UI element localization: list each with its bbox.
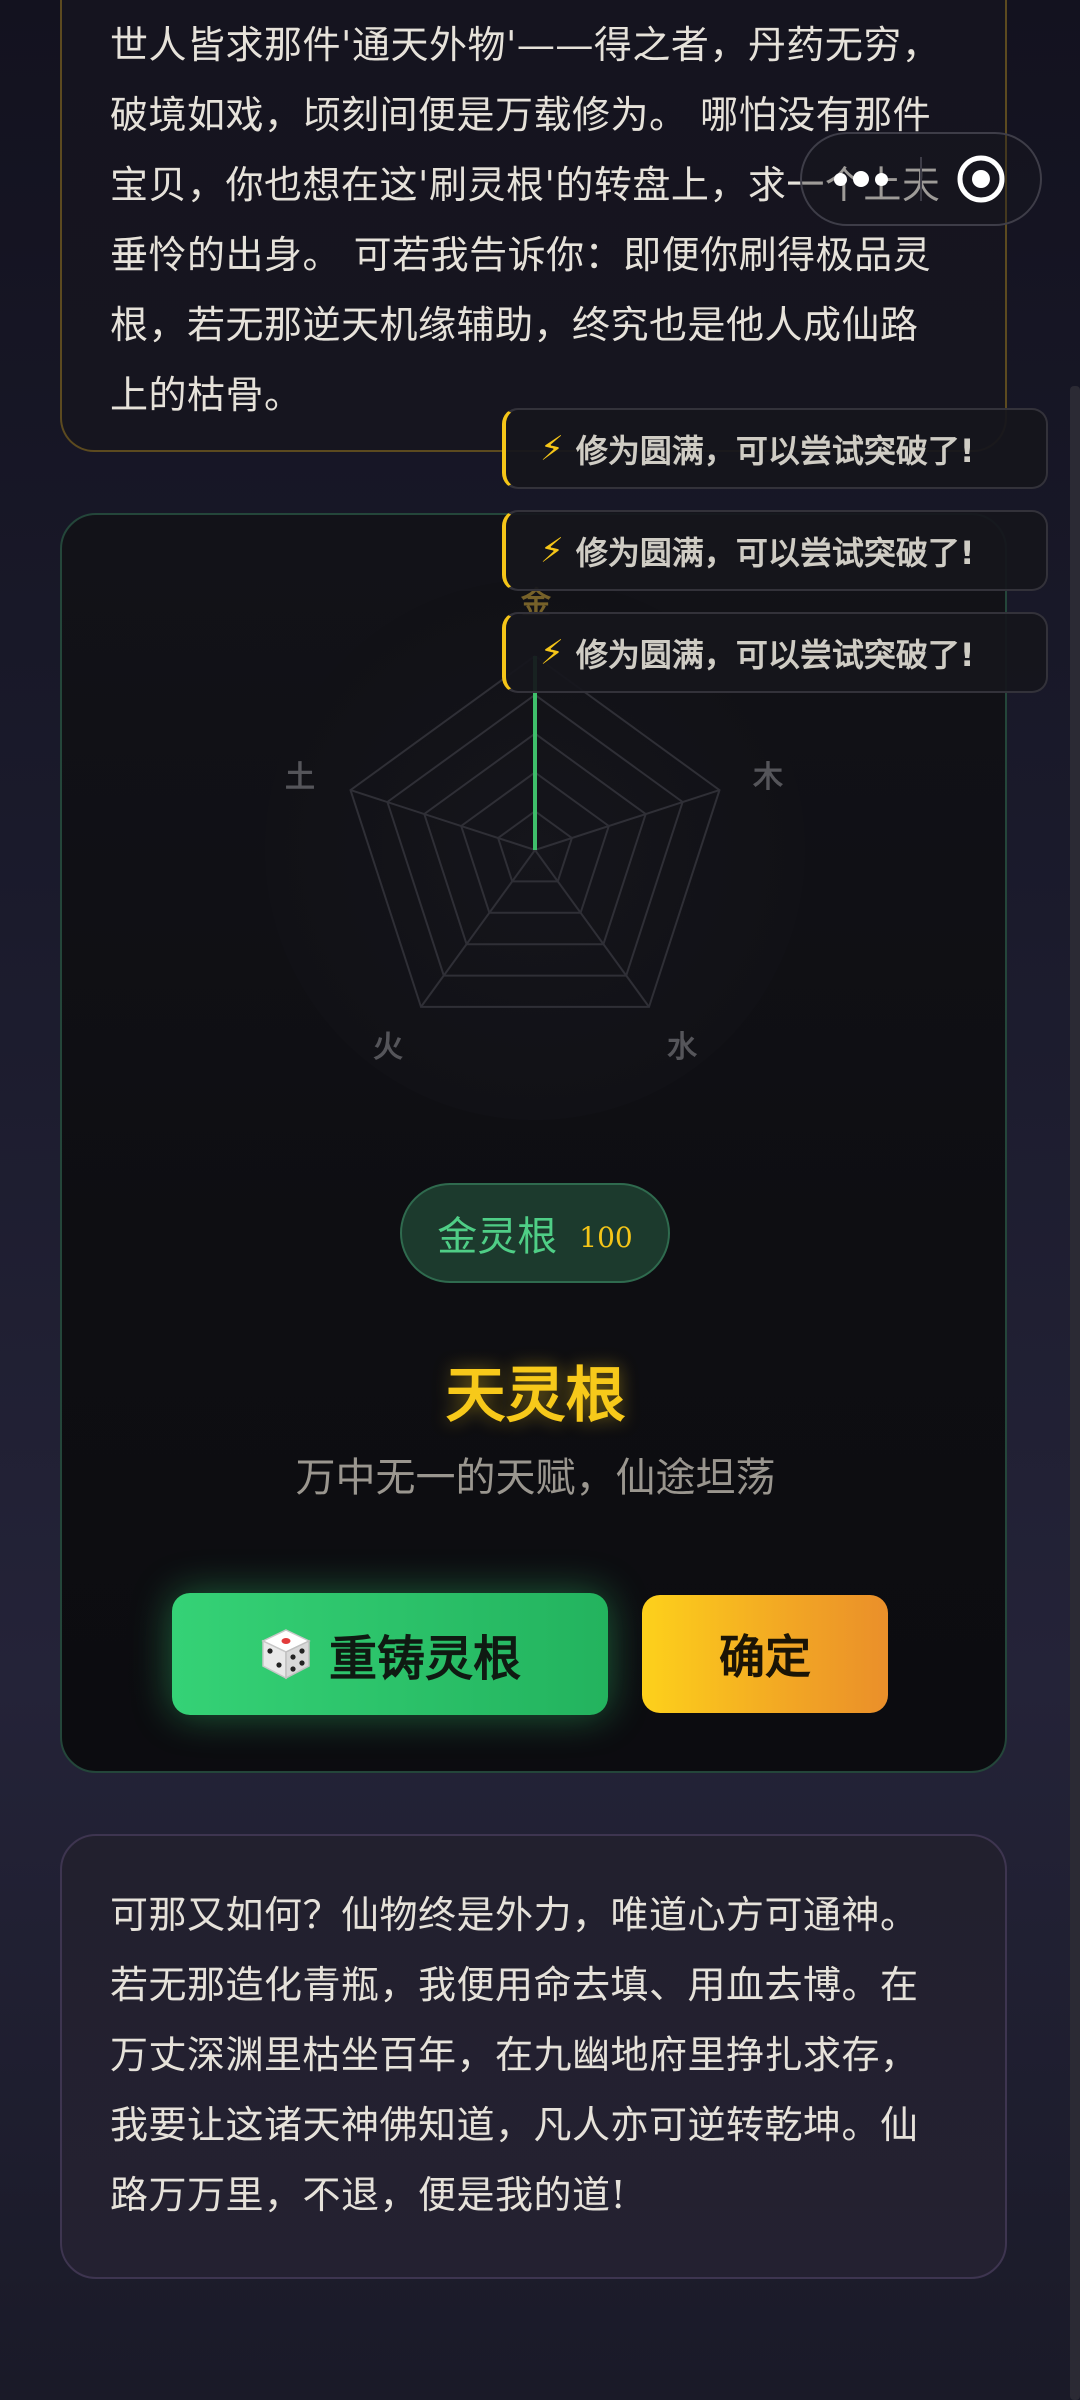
spirit-root-card: 金 木 水 火 土 金灵根 100 天灵根 万中无一的天赋，仙途坦荡 重铸灵根 … [60,513,1007,1773]
dot [853,171,869,187]
story-line: 路万万里，不退，便是我的道! [110,2173,627,2217]
radar-axis [534,849,650,1008]
toast-notification: ⚡ 修为圆满，可以尝试突破了! [502,612,1048,693]
story-line: 若无那造化青瓶，我便用命去填、用血去博。在 [110,1963,919,2007]
miniprogram-capsule [800,132,1042,226]
story-card-bottom: 可那又如何？仙物终是外力，唯道心方可通神。 若无那造化青瓶，我便用命去填、用血去… [60,1834,1007,2279]
story-line: 万丈深渊里枯坐百年，在九幽地府里挣扎求存， [110,2033,919,2077]
reforge-root-label: 重铸灵根 [328,1631,521,1687]
target-circle-icon[interactable] [922,134,1040,224]
root-tier-title: 天灵根 [445,1361,626,1431]
confirm-button[interactable]: 确定 [642,1595,888,1713]
story-line: 可那又如何？仙物终是外力，唯道心方可通神。 [110,1893,919,1937]
toast-text: 修为圆满，可以尝试突破了! [575,431,975,470]
radar-axis [534,789,720,851]
spirit-root-badge: 金灵根 100 [400,1183,670,1283]
root-tier-description: 万中无一的天赋，仙途坦荡 [295,1455,776,1501]
scrollbar[interactable] [1070,386,1080,2400]
story-line: 世人皆求那件'通天外物'——得之者，丹药无穷， [110,23,941,67]
confirm-label: 确定 [719,1630,811,1684]
reforge-root-button[interactable]: 重铸灵根 [172,1593,608,1715]
toast-text: 修为圆满，可以尝试突破了! [575,533,975,572]
story-line: 根，若无那逆天机缘辅助，终究也是他人成仙路 [110,303,919,347]
toast-notification: ⚡ 修为圆满，可以尝试突破了! [502,408,1048,489]
story-line: 我要让这诸天神佛知道，凡人亦可逆转乾坤。仙 [110,2103,919,2147]
lightning-icon: ⚡ [540,428,564,469]
lightning-icon: ⚡ [540,632,564,673]
more-dots-icon[interactable] [802,134,920,224]
element-label-wood: 木 [753,760,783,795]
spirit-root-score: 100 [579,1220,633,1254]
toast-notification: ⚡ 修为圆满，可以尝试突破了! [502,510,1048,591]
story-card-top: 世人皆求那件'通天外物'——得之者，丹药无穷， 破境如戏，顷刻间便是万载修为。 … [60,0,1007,452]
radar-axis [350,789,536,851]
story-line: 垂怜的出身。 可若我告诉你：即便你刷得极品灵 [110,233,932,277]
dot [875,172,888,186]
lightning-icon: ⚡ [540,530,564,571]
radar-axis [420,849,536,1008]
toast-text: 修为圆满，可以尝试突破了! [575,635,975,674]
close-miniprogram-icon [957,155,1005,203]
dot [834,172,847,186]
element-label-fire: 火 [373,1030,403,1065]
spirit-root-name: 金灵根 [437,1214,558,1260]
dice-icon [261,1629,311,1680]
element-label-earth: 土 [285,760,315,795]
element-label-water: 水 [667,1030,697,1065]
